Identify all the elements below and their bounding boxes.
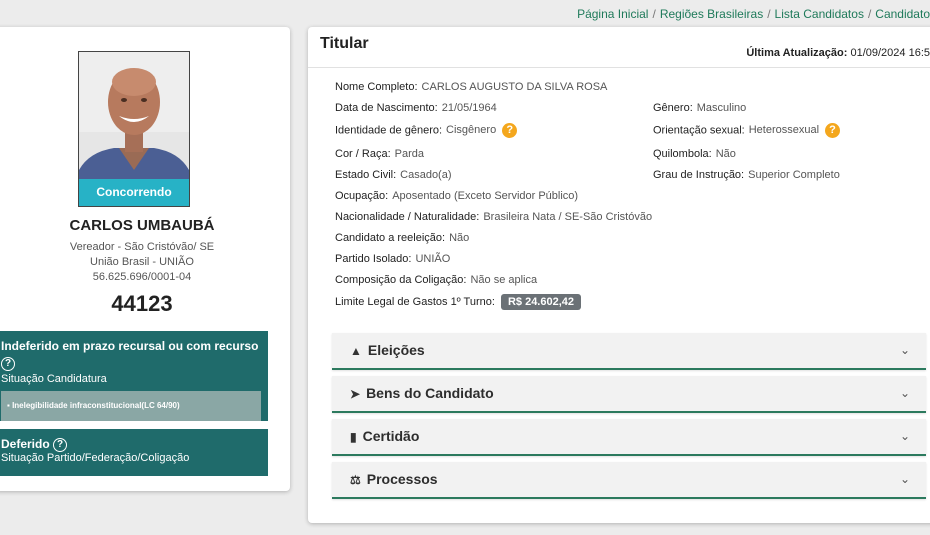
field-occupation: Ocupação: Aposentado (Exceto Servidor Púb… [335,190,579,202]
party-status-box: Deferido ? Situação Partido/Federação/Co… [0,429,268,476]
field-birth-date: Data de Nascimento: 21/05/1964 [335,102,497,114]
candidacy-status-subtitle: Situação Candidatura [1,373,107,385]
accordion-certidao-label: Certidão [362,428,420,444]
page-title: Titular [320,35,369,52]
field-quilombola: Quilombola: Não [653,148,736,160]
field-coalition: Composição da Coligação: Não se aplica [335,274,538,286]
chevron-down-icon: ⌄ [899,429,910,443]
field-isolated-party: Partido Isolado: UNIÃO [335,253,451,265]
field-marital-status: Estado Civil: Casado(a) [335,169,452,181]
accordion-eleicoes[interactable]: ▲ Eleições ⌄ [332,333,926,370]
scale-icon: ⚖ [350,473,361,487]
field-full-name: Nome Completo: CARLOS AUGUSTO DA SILVA RO… [335,81,608,93]
breadcrumb: Página Inicial / Regiões Brasileiras / Lista… [577,7,930,21]
candidate-number: 44123 [111,291,173,316]
candidacy-status-box: Indeferido em prazo recursal ou com recu… [0,331,268,421]
chevron-down-icon: ⌄ [899,343,910,357]
accordion-processos-label: Processos [366,471,438,487]
candidate-photo: Concorrendo [78,51,190,207]
field-education: Grau de Instrução: Superior Completo [653,169,840,181]
divider [308,67,930,68]
accordion-bens[interactable]: ➤ Bens do Candidato ⌄ [332,376,926,413]
file-icon: ▮ [350,430,357,444]
breadcrumb-candidate[interactable]: Candidato [875,7,930,21]
help-icon[interactable]: ? [53,437,68,452]
candidate-party: União Brasil - UNIÃO [90,256,194,268]
spending-limit-badge: R$ 24.602,42 [500,294,582,310]
help-icon[interactable]: ? [825,123,841,138]
candidate-name: CARLOS UMBAUBÁ [69,217,215,234]
ineligibility-item: ▪ Inelegibilidade infraconstitucional(LC… [1,391,261,421]
last-update: Última Atualização: 01/09/2024 16:5 [746,47,930,59]
accordion-certidao[interactable]: ▮ Certidão ⌄ [332,419,926,456]
field-reelection: Candidato a reeleição: Não [335,232,470,244]
help-icon[interactable]: ? [502,123,518,138]
party-status-subtitle: Situação Partido/Federação/Coligação [1,451,190,464]
accordion-bens-label: Bens do Candidato [366,385,494,401]
field-sexual-orientation: Orientação sexual: Heterossexual? [653,123,841,138]
ineligibility-text: Inelegibilidade infraconstitucional(LC 6… [12,401,180,410]
chevron-down-icon: ⌄ [899,472,910,486]
candidate-cnpj: 56.625.696/0001-04 [92,271,192,283]
candidate-profile-card: Concorrendo CARLOS UMBAUBÁ Vereador - Sã… [0,27,290,491]
field-gender: Gênero: Masculino [653,102,747,114]
accordion-eleicoes-label: Eleições [367,342,425,358]
rocket-icon: ➤ [350,387,361,401]
field-spending-limit: Limite Legal de Gastos 1º Turno: R$ 24.60… [335,294,582,310]
field-nationality: Nacionalidade / Naturalidade: Brasileira … [335,211,653,223]
candidacy-status-title: Indeferido em prazo recursal ou com recu… [1,339,259,353]
breadcrumb-home[interactable]: Página Inicial [577,7,648,21]
field-gender-identity: Identidade de gênero: Cisgênero? [335,123,518,138]
help-icon[interactable]: ? [1,356,15,371]
breadcrumb-regions[interactable]: Regiões Brasileiras [660,7,763,21]
party-status-title: Deferido [1,437,50,451]
candidate-details-card: Titular Última Atualização: 01/09/2024 1… [308,27,930,523]
status-badge: Concorrendo [79,179,189,206]
chevron-down-icon: ⌄ [899,386,910,400]
field-race: Cor / Raça: Parda [335,148,424,160]
breadcrumb-candidate-list[interactable]: Lista Candidatos [775,7,864,21]
last-update-label: Última Atualização: [746,47,848,59]
candidate-office: Vereador - São Cristóvão/ SE [69,241,215,253]
accordion-processos[interactable]: ⚖ Processos ⌄ [332,462,926,499]
last-update-value: 01/09/2024 16:5 [850,47,930,59]
sitemap-icon: ▲ [350,344,362,358]
